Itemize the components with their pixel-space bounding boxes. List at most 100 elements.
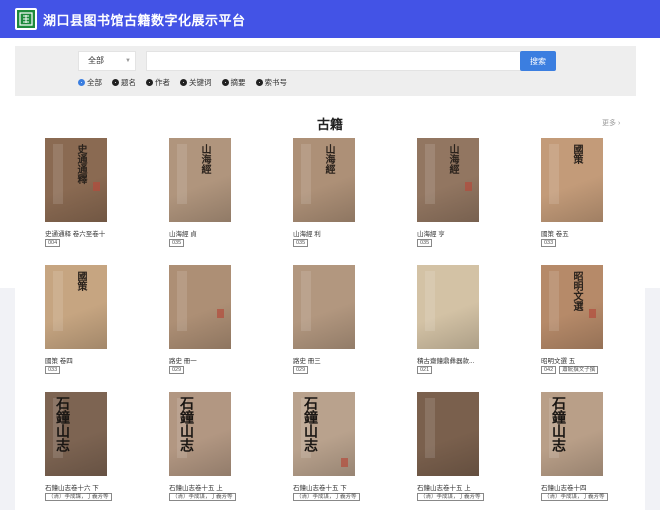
book-tags: 035 [293, 239, 311, 247]
book-tags: 033 [541, 239, 559, 247]
book-tag[interactable]: 033 [45, 366, 61, 374]
filter-radio-author[interactable]: 作者 [146, 77, 170, 88]
book-cover-image[interactable] [417, 392, 479, 476]
book-tag[interactable]: 蕭統撰文子撰 [559, 366, 599, 374]
cover-seal-stamp [465, 182, 472, 191]
book-card[interactable]: 史通通釋史通通释 卷六至卷十 004 [45, 138, 145, 253]
chevron-down-icon: ▼ [125, 58, 131, 64]
search-field-filters: 全部 题名 作者 关键词 摘要 索书号 [78, 77, 297, 88]
section-title: 古籍 [316, 117, 343, 132]
cover-calligraphy: 國策 [571, 144, 582, 164]
book-card[interactable]: 路史 冊三 029 [293, 265, 393, 380]
filter-radio-abstract[interactable]: 摘要 [221, 77, 246, 88]
book-title[interactable]: 石鐘山志卷十五 下 [293, 482, 347, 492]
page-background-band [645, 288, 660, 510]
book-card[interactable]: 石鐘山志石鐘山志卷十五 上（清）李成谋，丁義芳等 [169, 392, 269, 507]
book-cover-image[interactable]: 石鐘山志 [541, 392, 603, 476]
book-title[interactable]: 路史 冊一 [169, 355, 197, 365]
filter-radio-call-number[interactable]: 索书号 [255, 77, 287, 88]
book-card[interactable]: 山海經山海經 利 035 [293, 138, 393, 253]
search-panel: 全部 ▼ 搜索 全部 题名 作者 关键词 摘要 索书号 [15, 46, 636, 96]
book-tag[interactable]: 004 [45, 239, 61, 247]
book-tag[interactable]: （清）李成谋，丁義芳等 [541, 493, 608, 501]
book-cover-image[interactable]: 山海經 [293, 138, 355, 222]
book-cover-image[interactable]: 昭明文選 [541, 265, 603, 349]
book-card[interactable]: 路史 冊一 029 [169, 265, 269, 380]
book-tag[interactable]: 029 [293, 366, 309, 374]
book-card[interactable]: 山海經山海經 貞 035 [169, 138, 269, 253]
book-cover-image[interactable]: 石鐘山志 [293, 392, 355, 476]
cover-calligraphy: 國策 [75, 271, 86, 291]
book-tags: （清）李成谋，丁義芳等 [169, 493, 239, 501]
book-tags: 029 [169, 366, 187, 374]
book-title[interactable]: 山海經 貞 [169, 228, 197, 238]
radio-icon [112, 79, 119, 86]
book-tag[interactable]: 035 [417, 239, 433, 247]
book-tag[interactable]: （清）李成谋，丁義芳等 [169, 493, 236, 501]
book-title[interactable]: 石鐘山志卷十六 下 [45, 482, 99, 492]
book-tag[interactable]: 042 [541, 366, 557, 374]
book-tag[interactable]: 029 [169, 366, 185, 374]
book-title[interactable]: 國策 卷五 [541, 228, 569, 238]
book-title[interactable]: 石鐘山志卷十五 上 [169, 482, 223, 492]
book-cover-image[interactable]: 國策 [541, 138, 603, 222]
library-seal-icon[interactable] [15, 8, 37, 30]
book-card[interactable]: 國策國策 卷五 033 [541, 138, 641, 253]
book-tags: 004 [45, 239, 63, 247]
search-button[interactable]: 搜索 [520, 51, 556, 71]
radio-icon [221, 79, 229, 86]
book-tag[interactable]: 035 [169, 239, 185, 247]
book-title[interactable]: 路史 冊三 [293, 355, 321, 365]
book-card[interactable]: 石鐘山志卷十五 上（清）李成谋，丁義芳等 [417, 392, 517, 507]
radio-icon [255, 79, 263, 86]
filter-radio-keyword[interactable]: 关键词 [180, 77, 212, 88]
more-link[interactable]: 更多 › [602, 118, 620, 128]
book-cover-image[interactable] [417, 265, 479, 349]
book-title[interactable]: 國策 卷四 [45, 355, 73, 365]
book-card[interactable]: 山海經山海經 亨 035 [417, 138, 517, 253]
filter-radio-all[interactable]: 全部 [78, 77, 102, 88]
cover-label-strip [549, 271, 559, 331]
cover-calligraphy: 石鐘山志 [178, 396, 194, 452]
book-cover-image[interactable]: 石鐘山志 [169, 392, 231, 476]
book-cover-image[interactable] [169, 265, 231, 349]
book-tag[interactable]: （清）李成谋，丁義芳等 [293, 493, 360, 501]
book-card[interactable]: 石鐘山志石鐘山志卷十六 下（清）李成謀，丁義芳等 [45, 392, 145, 507]
book-card[interactable]: 石鐘山志石鐘山志卷十五 下（清）李成谋，丁義芳等 [293, 392, 393, 507]
book-tags: 035 [169, 239, 187, 247]
book-tags: （清）李成谋，丁義芳等 [417, 493, 487, 501]
book-title[interactable]: 山海經 利 [293, 228, 321, 238]
book-title[interactable]: 石鐘山志卷十四 [541, 482, 587, 492]
book-cover-image[interactable]: 山海經 [417, 138, 479, 222]
book-card[interactable]: 昭明文選昭明文選 五 042 蕭統撰文子撰 [541, 265, 641, 380]
filter-radio-title[interactable]: 题名 [112, 77, 136, 88]
radio-selected-icon [78, 79, 85, 86]
book-title[interactable]: 史通通释 卷六至卷十 [45, 228, 105, 238]
book-cover-image[interactable]: 山海經 [169, 138, 231, 222]
book-title[interactable]: 積古齋鐘鼎彝器款... [417, 355, 474, 365]
book-title[interactable]: 昭明文選 五 [541, 355, 575, 365]
search-input[interactable] [146, 51, 532, 71]
search-scope-select[interactable]: 全部 ▼ [78, 51, 136, 71]
book-cover-image[interactable]: 國策 [45, 265, 107, 349]
cover-seal-stamp [217, 309, 224, 318]
site-title[interactable]: 湖口县图书馆古籍数字化展示平台 [43, 10, 246, 29]
book-tag[interactable]: （清）李成謀，丁義芳等 [45, 493, 112, 501]
book-cover-image[interactable]: 石鐘山志 [45, 392, 107, 476]
cover-label-strip [549, 144, 559, 204]
cover-calligraphy: 石鐘山志 [550, 396, 566, 452]
book-title[interactable]: 石鐘山志卷十五 上 [417, 482, 471, 492]
book-tag[interactable]: 033 [541, 239, 557, 247]
cover-calligraphy: 石鐘山志 [302, 396, 318, 452]
book-cover-image[interactable]: 史通通釋 [45, 138, 107, 222]
book-tags: （清）李成谋，丁義芳等 [293, 493, 363, 501]
book-title[interactable]: 山海經 亨 [417, 228, 445, 238]
book-card[interactable]: 國策國策 卷四 033 [45, 265, 145, 380]
book-card[interactable]: 積古齋鐘鼎彝器款... 021 [417, 265, 517, 380]
book-tag[interactable]: （清）李成谋，丁義芳等 [417, 493, 484, 501]
book-card[interactable]: 石鐘山志石鐘山志卷十四 （清）李成谋，丁義芳等 [541, 392, 641, 507]
book-tag[interactable]: 021 [417, 366, 433, 374]
radio-icon [146, 79, 153, 86]
book-cover-image[interactable] [293, 265, 355, 349]
book-tag[interactable]: 035 [293, 239, 309, 247]
